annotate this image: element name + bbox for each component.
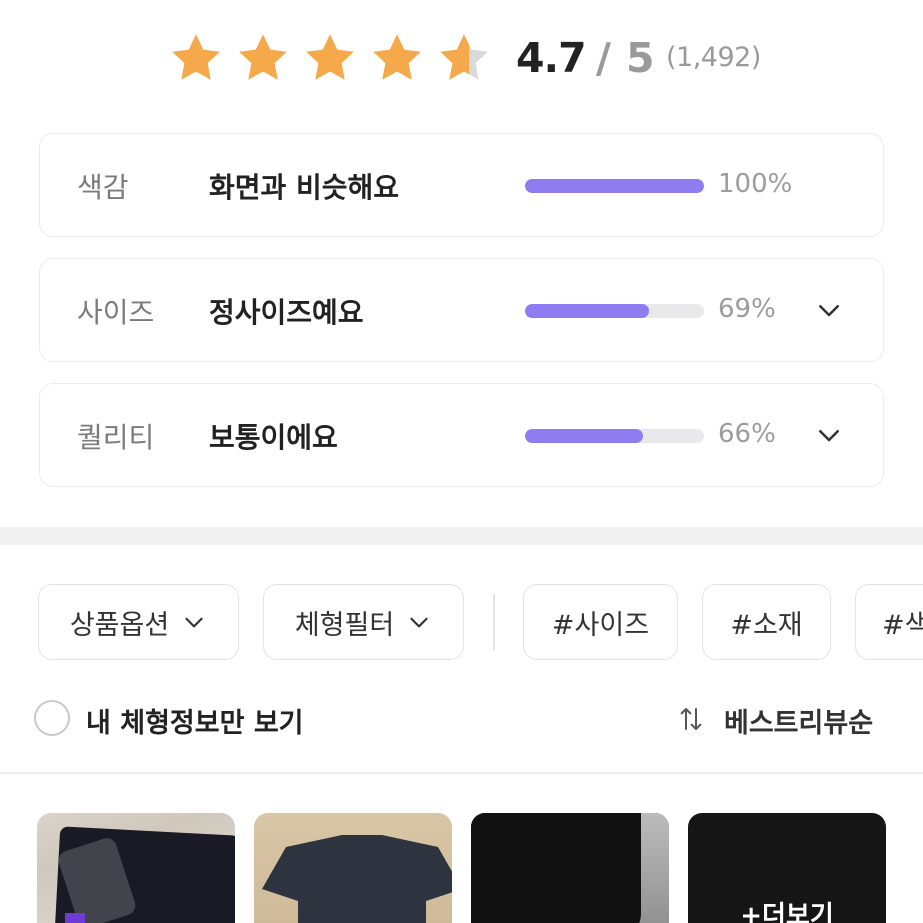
review-photo-thumbnail[interactable] [471, 813, 669, 923]
attribute-name: 사이즈 [77, 296, 155, 329]
attribute-card-size[interactable]: 사이즈 정사이즈예요 69% [39, 258, 884, 362]
photo-garment [471, 813, 641, 923]
product-option-filter[interactable]: 상품옵션 [38, 584, 239, 660]
attribute-progress-bar [525, 304, 704, 318]
tag-label: #소재 [730, 609, 803, 641]
star-icon [172, 34, 220, 80]
body-info-radio[interactable] [34, 700, 70, 736]
attribute-progress-fill [525, 429, 644, 443]
filter-label: 체형필터 [294, 609, 395, 641]
sort-button[interactable]: 베스트리뷰순 [724, 701, 873, 740]
star-icon [306, 34, 354, 80]
rating-separator: / [596, 34, 611, 82]
chevron-down-icon[interactable] [814, 420, 844, 450]
attribute-progress-fill [525, 304, 649, 318]
body-type-filter[interactable]: 체형필터 [263, 584, 464, 660]
attribute-progress-fill [525, 179, 704, 193]
attribute-name: 퀄리티 [77, 421, 155, 454]
star-icon [373, 34, 421, 80]
chevron-down-icon[interactable] [814, 295, 844, 325]
rating-score: 4.7 [516, 34, 587, 82]
tag-chip-material[interactable]: #소재 [702, 584, 831, 660]
star-half-icon [440, 34, 488, 80]
photo-tag [65, 913, 85, 923]
more-photos-button[interactable]: +더보기 [688, 813, 886, 923]
body-info-only-label[interactable]: 내 체형정보만 보기 [86, 701, 304, 740]
chevron-down-icon [410, 617, 428, 628]
attribute-value: 보통이에요 [209, 421, 338, 454]
review-photo-thumbnail[interactable] [254, 813, 452, 923]
attribute-percent: 69% [718, 294, 776, 324]
attribute-progress-bar [525, 179, 704, 193]
tag-chip-size[interactable]: #사이즈 [523, 584, 678, 660]
review-photo-thumbnail[interactable] [37, 813, 235, 923]
tag-label: #사이즈 [551, 609, 650, 641]
filter-label: 상품옵션 [69, 609, 170, 641]
attribute-name: 색감 [77, 171, 129, 204]
rating-summary: 4.7 / 5 (1,492) [0, 28, 923, 92]
star-icon [239, 34, 287, 80]
star-rating [168, 30, 492, 86]
tag-label: #색 [882, 609, 923, 641]
section-line [0, 772, 923, 774]
attribute-percent: 100% [718, 169, 793, 199]
rating-max: 5 [626, 34, 655, 82]
sort-icon[interactable] [676, 704, 706, 734]
attribute-value: 정사이즈예요 [209, 296, 364, 329]
chevron-down-icon [185, 617, 203, 628]
attribute-progress-bar [525, 429, 704, 443]
photo-garment [262, 835, 452, 923]
section-divider [0, 527, 923, 545]
attribute-card-quality[interactable]: 퀄리티 보통이에요 66% [39, 383, 884, 487]
more-photos-label: +더보기 [740, 901, 834, 923]
attribute-card-color: 색감 화면과 비슷해요 100% [39, 133, 884, 237]
attribute-value: 화면과 비슷해요 [209, 171, 400, 204]
review-count: (1,492) [666, 42, 761, 73]
filter-separator [493, 594, 495, 650]
attribute-percent: 66% [718, 419, 776, 449]
tag-chip-color[interactable]: #색 [855, 584, 923, 660]
